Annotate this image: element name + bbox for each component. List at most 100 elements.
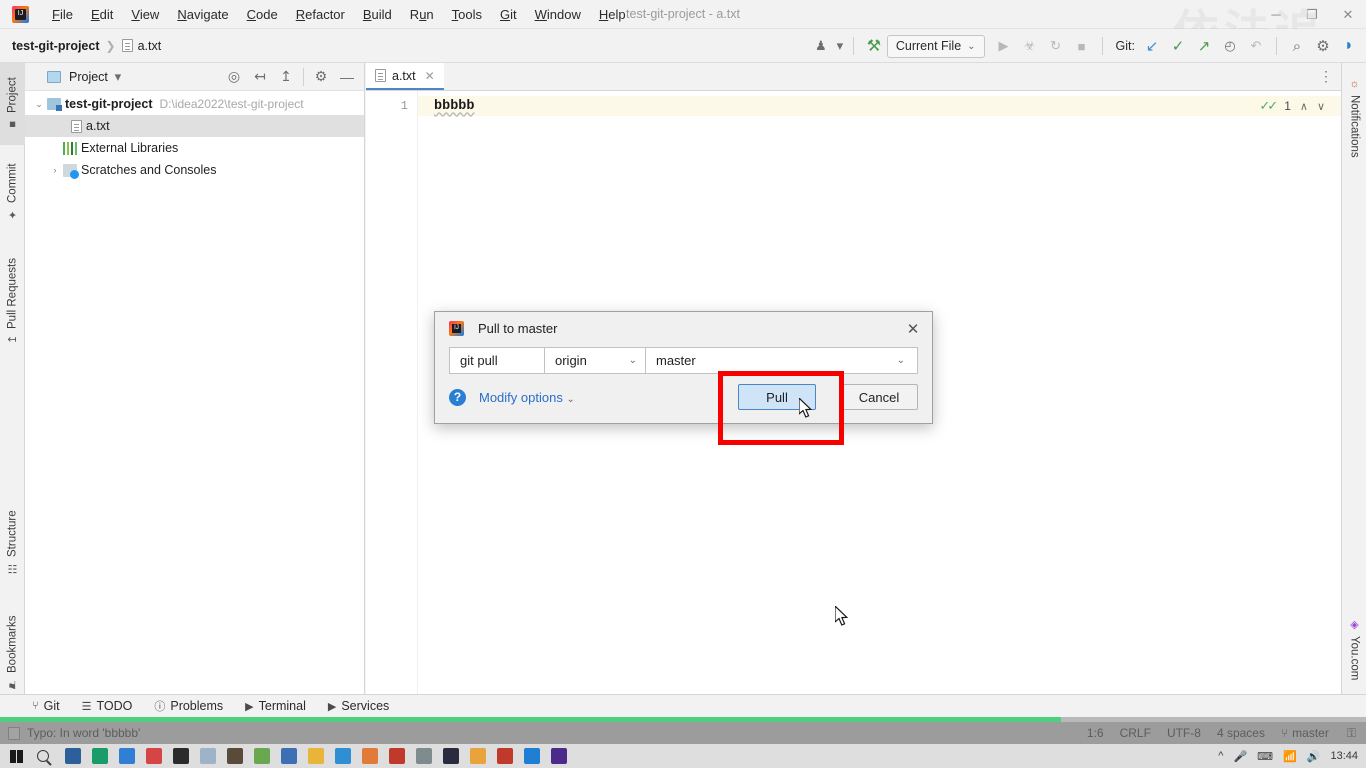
next-highlight-icon[interactable]: ∨ [1317, 100, 1325, 113]
cancel-button[interactable]: Cancel [840, 384, 918, 410]
menu-file[interactable]: File [43, 4, 82, 25]
run-configuration-selector[interactable]: Current File ⌄ [886, 34, 985, 58]
project-settings-gear-icon[interactable]: ⚙ [308, 64, 334, 90]
sidebar-item-pull-requests[interactable]: ↥ Pull Requests [0, 241, 25, 361]
maximize-button[interactable]: ❐ [1294, 0, 1330, 29]
git-update-project-icon[interactable]: ↙ [1139, 33, 1165, 59]
sidebar-item-commit[interactable]: ✦ Commit [0, 151, 25, 233]
menu-window[interactable]: Window [526, 4, 590, 25]
sidebar-item-structure[interactable]: ☷ Structure [0, 493, 25, 593]
editor-line-1[interactable]: bbbbb [418, 96, 1341, 116]
taskbar-app-4[interactable] [146, 748, 162, 764]
tree-node-scratches[interactable]: › Scratches and Consoles [25, 159, 364, 181]
inspection-widget[interactable]: ✓✓ 1 ∧ ∨ [1259, 96, 1325, 116]
taskbar-app-19[interactable] [551, 748, 567, 764]
git-commit-icon[interactable]: ✓ [1165, 33, 1191, 59]
account-icon[interactable]: ♟ [808, 33, 834, 59]
taskbar-app-3[interactable] [119, 748, 135, 764]
tab-a-txt[interactable]: a.txt ✕ [366, 63, 444, 90]
sidebar-item-you-com[interactable]: ◈ You.com [1342, 603, 1366, 695]
tray-volume-icon[interactable]: 🔊 [1307, 750, 1321, 763]
settings-gear-icon[interactable]: ⚙ [1310, 33, 1336, 59]
menu-navigate[interactable]: Navigate [168, 4, 237, 25]
tool-window-terminal[interactable]: ▶ Terminal [245, 699, 306, 713]
menu-tools[interactable]: Tools [443, 4, 491, 25]
taskbar-app-15[interactable] [443, 748, 459, 764]
branch-selector[interactable]: master ⌄ [646, 346, 918, 374]
chevron-down-icon[interactable]: ⌄ [31, 99, 47, 110]
help-icon[interactable]: ? [449, 388, 466, 406]
minimize-button[interactable]: ─ [1258, 0, 1294, 29]
tool-window-problems[interactable]: ⓘ Problems [154, 698, 223, 714]
search-everywhere-icon[interactable]: ⌕ [1284, 33, 1310, 59]
tray-clock[interactable]: 13:44 [1330, 750, 1358, 762]
tray-keyboard-icon[interactable]: ⌨ [1257, 750, 1273, 763]
taskbar-app-8[interactable] [254, 748, 270, 764]
rollback-icon[interactable]: ↶ [1243, 33, 1269, 59]
taskbar-app-1[interactable] [65, 748, 81, 764]
locate-file-icon[interactable]: ◎ [221, 64, 247, 90]
taskbar-app-18[interactable] [524, 748, 540, 764]
close-icon[interactable]: ✕ [425, 69, 435, 83]
run-with-coverage-icon[interactable]: ↻ [1043, 33, 1069, 59]
menu-help[interactable]: Help [590, 4, 635, 25]
tray-network-icon[interactable]: 📶 [1283, 750, 1297, 763]
remote-selector[interactable]: origin ⌄ [545, 346, 646, 374]
modify-options-link[interactable]: Modify options ⌄ [479, 390, 575, 405]
menu-view[interactable]: View [122, 4, 168, 25]
more-options-icon[interactable]: ⋮ [1319, 68, 1333, 85]
pull-button[interactable]: Pull [738, 384, 816, 410]
windows-start-icon[interactable] [10, 749, 23, 763]
tool-window-services-label: Services [341, 699, 390, 713]
tree-node-external-libraries[interactable]: External Libraries [25, 137, 364, 159]
sidebar-item-bookmarks[interactable]: ⚑ Bookmarks [0, 603, 25, 703]
tree-node-a-txt[interactable]: a.txt [25, 115, 364, 137]
collapse-all-icon[interactable]: ↥ [273, 64, 299, 90]
tool-window-todo[interactable]: ☰ TODO [82, 699, 133, 713]
build-hammer-icon[interactable]: ⚒ [861, 33, 887, 59]
ai-assistant-icon[interactable]: ◗ [1336, 33, 1362, 59]
taskbar-app-10[interactable] [308, 748, 324, 764]
taskbar-search-icon[interactable] [37, 750, 49, 762]
taskbar-app-2[interactable] [92, 748, 108, 764]
run-icon[interactable]: ▶ [991, 33, 1017, 59]
account-chevron-down-icon[interactable]: ▾ [834, 33, 846, 59]
expand-all-icon[interactable]: ↤ [247, 64, 273, 90]
git-push-icon[interactable]: ↗ [1191, 33, 1217, 59]
menu-build[interactable]: Build [354, 4, 401, 25]
menu-code[interactable]: Code [238, 4, 287, 25]
breadcrumb-project[interactable]: test-git-project [12, 39, 100, 53]
menu-run[interactable]: Run [401, 4, 443, 25]
tray-chevron-up-icon[interactable]: ^ [1218, 750, 1223, 762]
previous-highlight-icon[interactable]: ∧ [1300, 100, 1308, 113]
tree-node-project[interactable]: ⌄ test-git-project D:\idea2022\test-git-… [25, 93, 364, 115]
tray-microphone-icon[interactable]: 🎤 [1233, 750, 1247, 763]
menu-git[interactable]: Git [491, 4, 526, 25]
close-button[interactable]: ✕ [1330, 0, 1366, 29]
hide-panel-icon[interactable]: — [334, 64, 360, 90]
taskbar-app-14[interactable] [416, 748, 432, 764]
project-view-chevron-down-icon[interactable]: ▾ [108, 64, 128, 90]
dialog-close-button[interactable]: ✕ [894, 312, 932, 345]
stop-icon[interactable]: ■ [1069, 33, 1095, 59]
debug-icon[interactable]: ☣ [1017, 33, 1043, 59]
taskbar-app-6[interactable] [200, 748, 216, 764]
menu-refactor[interactable]: Refactor [287, 4, 354, 25]
taskbar-app-7[interactable] [227, 748, 243, 764]
taskbar-app-13[interactable] [389, 748, 405, 764]
sidebar-item-project[interactable]: ■ Project [0, 63, 25, 145]
taskbar-app-5[interactable] [173, 748, 189, 764]
menu-edit[interactable]: Edit [82, 4, 122, 25]
tool-window-git[interactable]: ⑂ Git [32, 699, 60, 713]
taskbar-app-11[interactable] [335, 748, 351, 764]
taskbar-app-16[interactable] [470, 748, 486, 764]
taskbar-app-9[interactable] [281, 748, 297, 764]
chevron-right-icon[interactable]: › [47, 165, 63, 175]
tool-window-services[interactable]: ▶ Services [328, 699, 389, 713]
history-icon[interactable]: ◴ [1217, 33, 1243, 59]
taskbar-app-17[interactable] [497, 748, 513, 764]
breadcrumb-file[interactable]: a.txt [121, 39, 161, 53]
line-number-1: 1 [400, 99, 408, 113]
sidebar-item-notifications[interactable]: ☼ Notifications [1342, 63, 1366, 173]
taskbar-app-12[interactable] [362, 748, 378, 764]
